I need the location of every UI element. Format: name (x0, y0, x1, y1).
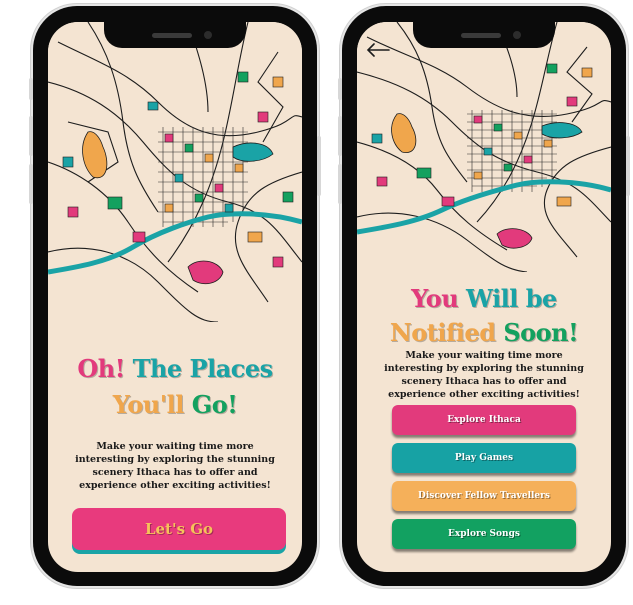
screen-notified: You Will be Notified Soon! Make your wai… (357, 22, 611, 572)
ithaca-map-illustration (48, 22, 302, 322)
phone-frame-left: Oh! The Places You'll Go! Make your wait… (29, 6, 321, 586)
title-word: Go! (191, 390, 238, 419)
speaker (461, 33, 501, 38)
discover-fellow-travellers-button[interactable]: Discover Fellow Travellers (392, 481, 576, 511)
notified-title-line-1: You Will be (357, 284, 611, 313)
mute-switch (338, 78, 342, 100)
title-word: Will be (466, 284, 557, 313)
power-button (626, 136, 630, 196)
play-games-button[interactable]: Play Games (392, 443, 576, 473)
explore-songs-button[interactable]: Explore Songs (392, 519, 576, 549)
notch (104, 22, 246, 48)
title-word: You (411, 284, 459, 313)
phone-frame-right: You Will be Notified Soon! Make your wai… (338, 6, 630, 586)
volume-down-button (29, 164, 33, 204)
title-word: Soon! (503, 318, 579, 347)
speaker (152, 33, 192, 38)
mute-switch (29, 78, 33, 100)
volume-up-button (338, 116, 342, 156)
ithaca-map-illustration (357, 22, 611, 272)
volume-down-button (338, 164, 342, 204)
camera (204, 31, 212, 39)
welcome-description: Make your waiting time more interesting … (75, 441, 275, 491)
explore-ithaca-button[interactable]: Explore Ithaca (392, 405, 576, 435)
camera (513, 31, 521, 39)
notified-title-line-2: Notified Soon! (357, 318, 611, 347)
welcome-title-line-2: You'll Go! (48, 390, 302, 419)
title-word: The Places (132, 354, 274, 383)
welcome-title-line-1: Oh! The Places (48, 354, 302, 383)
volume-up-button (29, 116, 33, 156)
notified-description: Make your waiting time more interesting … (384, 350, 584, 400)
title-word: Oh! (77, 354, 125, 383)
title-word: Notified (389, 318, 496, 347)
lets-go-button[interactable]: Let's Go (72, 508, 286, 550)
title-word: You'll (112, 390, 185, 419)
arrow-left-icon[interactable] (365, 42, 391, 58)
notch (413, 22, 555, 48)
power-button (317, 136, 321, 196)
screen-welcome: Oh! The Places You'll Go! Make your wait… (48, 22, 302, 572)
